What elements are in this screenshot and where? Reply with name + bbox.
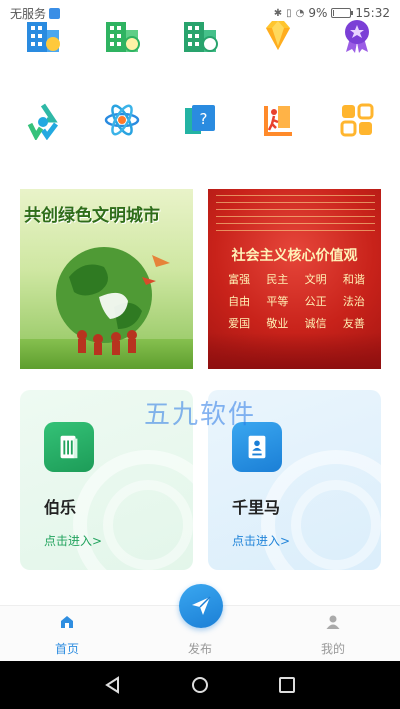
banner-right-title: 社会主义核心价值观 xyxy=(231,248,358,264)
status-bar: 无服务 ✱ ▯ ◔ 9% 15:32 xyxy=(0,0,400,26)
banner-left-title: 共创绿色文明城市 xyxy=(24,206,160,226)
home-icon xyxy=(61,616,73,628)
carrier-text: 无服务 xyxy=(10,6,47,21)
banner-core-values[interactable]: 社会主义核心价值观 富强 民主 文明 和谐自由 平等 公正 法治爱国 敬业 诚信 友善 xyxy=(208,189,381,369)
svg-text:?: ? xyxy=(199,110,207,128)
card-decoration xyxy=(291,480,381,570)
globe-illustration xyxy=(56,247,170,355)
battery-icon xyxy=(331,8,354,18)
card-title: 伯乐 xyxy=(44,498,77,517)
core-value-item: 自由 xyxy=(228,295,251,308)
core-value-item: 公正 xyxy=(304,295,327,308)
card-title: 千里马 xyxy=(232,498,281,517)
banner-right-quote-lines xyxy=(216,195,375,237)
recents-icon[interactable] xyxy=(277,675,297,695)
banner-green-city[interactable]: 共创绿色文明城市 xyxy=(20,189,193,369)
android-nav-bar xyxy=(0,661,400,709)
sim-icon xyxy=(49,7,61,19)
core-values-grid: 富强 民主 文明 和谐自由 平等 公正 法治爱国 敬业 诚信 友善 xyxy=(220,271,373,331)
card-decoration xyxy=(103,480,193,570)
recycle-icon[interactable] xyxy=(23,100,63,140)
core-value-item: 法治 xyxy=(342,295,365,308)
core-value-item: 民主 xyxy=(266,273,289,286)
battery-fill xyxy=(333,10,335,16)
document-icon xyxy=(44,422,94,472)
atom-icon[interactable] xyxy=(102,100,142,140)
bluetooth-icon: ✱ xyxy=(273,7,283,19)
battery-percent: 9% xyxy=(308,6,328,20)
user-icon xyxy=(326,615,340,629)
wifi-icon: ◔ xyxy=(295,7,305,19)
paper-plane-icon xyxy=(192,596,211,615)
core-value-item: 敬业 xyxy=(266,317,289,330)
vibrate-icon: ▯ xyxy=(286,7,292,19)
core-value-item: 诚信 xyxy=(304,317,327,330)
home-circle-icon[interactable] xyxy=(190,675,210,695)
core-value-item: 爱国 xyxy=(228,317,251,330)
icon-grid-row-2: ? xyxy=(0,100,400,140)
skyline-decoration xyxy=(208,333,381,369)
apps-grid-icon[interactable] xyxy=(337,100,377,140)
card-qianlima[interactable]: 千里马 点击进入> xyxy=(208,390,381,570)
nav-home[interactable]: 首页 xyxy=(27,606,107,662)
profile-doc-icon xyxy=(232,422,282,472)
card-bole[interactable]: 伯乐 点击进入> xyxy=(20,390,193,570)
card-enter-link[interactable]: 点击进入> xyxy=(232,532,290,549)
core-value-item: 富强 xyxy=(228,273,251,286)
nav-home-label: 首页 xyxy=(54,642,79,656)
nav-mine-label: 我的 xyxy=(320,642,345,656)
question-book-icon[interactable]: ? xyxy=(180,100,220,140)
nav-publish-label: 发布 xyxy=(187,642,212,656)
core-value-item: 文明 xyxy=(304,273,327,286)
back-icon[interactable] xyxy=(103,675,123,695)
exit-icon[interactable] xyxy=(258,100,298,140)
status-left: 无服务 xyxy=(10,5,61,22)
status-right: ✱ ▯ ◔ 9% 15:32 xyxy=(274,6,390,20)
core-value-item: 友善 xyxy=(342,317,365,330)
nav-mine[interactable]: 我的 xyxy=(293,606,373,662)
publish-button[interactable] xyxy=(179,584,223,628)
core-value-item: 和谐 xyxy=(342,273,365,286)
core-value-item: 平等 xyxy=(266,295,289,308)
card-enter-link[interactable]: 点击进入> xyxy=(44,532,102,549)
clock: 15:32 xyxy=(355,6,390,20)
